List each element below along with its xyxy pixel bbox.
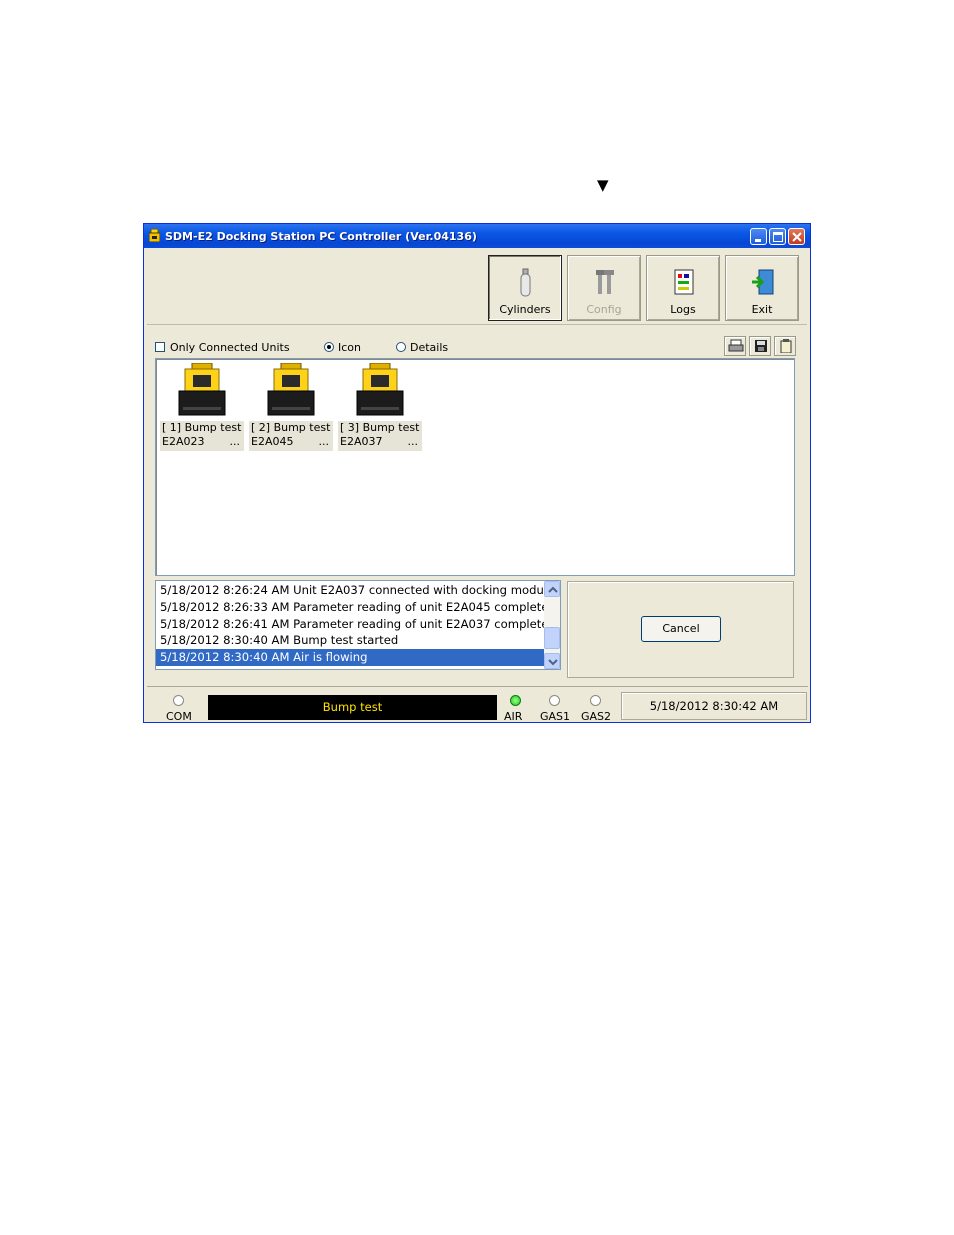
docking-station-icon	[178, 363, 226, 416]
view-details-label: Details	[410, 341, 449, 354]
print-button[interactable]	[724, 336, 746, 356]
unit-more: ...	[318, 435, 330, 448]
minimize-button[interactable]	[750, 228, 767, 245]
exit-label: Exit	[751, 303, 773, 316]
unit-caption: [ 1] Bump test E2A023 ...	[160, 421, 244, 451]
cylinders-label: Cylinders	[499, 303, 551, 316]
scroll-up-button[interactable]	[544, 581, 560, 597]
logs-icon	[674, 269, 694, 295]
log-line-selected[interactable]: 5/18/2012 8:30:40 AM Air is flowing	[156, 649, 544, 666]
maximize-button[interactable]	[769, 228, 786, 245]
title-bar[interactable]: SDM-E2 Docking Station PC Controller (Ve…	[144, 224, 810, 248]
unit-status: [ 1] Bump test	[162, 421, 242, 434]
log-line[interactable]: 5/18/2012 8:26:24 AM Unit E2A037 connect…	[156, 582, 544, 599]
datetime-display: 5/18/2012 8:30:42 AM	[621, 692, 807, 720]
action-panel: Cancel	[567, 581, 794, 678]
status-display: Bump test	[208, 695, 497, 720]
view-icon-radio[interactable]	[324, 342, 334, 352]
print-icon	[728, 339, 744, 352]
unit-item[interactable]: [ 3] Bump test E2A037 ...	[336, 363, 422, 451]
tools-icon	[596, 270, 614, 294]
air-label: AIR	[504, 710, 523, 723]
unit-more: ...	[407, 435, 419, 448]
unit-caption: [ 2] Bump test E2A045 ...	[249, 421, 333, 451]
unit-item[interactable]: [ 2] Bump test E2A045 ...	[247, 363, 333, 451]
gas2-led	[590, 695, 601, 706]
clipboard-icon	[780, 339, 792, 353]
only-connected-checkbox[interactable]	[155, 342, 165, 352]
unit-item[interactable]: [ 1] Bump test E2A023 ...	[158, 363, 244, 451]
logs-label: Logs	[670, 303, 696, 316]
event-log[interactable]: 5/18/2012 8:26:24 AM Unit E2A037 connect…	[155, 580, 561, 670]
log-line[interactable]: 5/18/2012 8:26:41 AM Parameter reading o…	[156, 616, 544, 633]
log-scrollbar[interactable]	[544, 581, 560, 669]
docking-station-icon	[267, 363, 315, 416]
clipboard-button[interactable]	[774, 336, 796, 356]
status-bar: COM Bump test AIR GAS1 GAS2 5/18/2012 8:…	[147, 686, 808, 723]
unit-more: ...	[229, 435, 241, 448]
toolbar: Cylinders Config Logs Exit	[147, 249, 807, 325]
window-title: SDM-E2 Docking Station PC Controller (Ve…	[165, 230, 477, 243]
only-connected-label: Only Connected Units	[170, 341, 290, 354]
logs-button[interactable]: Logs	[646, 255, 720, 321]
view-details-radio[interactable]	[396, 342, 406, 352]
gas1-label: GAS1	[540, 710, 571, 723]
down-arrow-glyph: ▼	[597, 176, 609, 194]
chevron-down-icon	[548, 659, 558, 666]
close-button[interactable]	[788, 228, 805, 245]
units-icon-view: [ 1] Bump test E2A023 ... [ 2] Bump test…	[155, 358, 795, 576]
unit-status: [ 3] Bump test	[340, 421, 420, 434]
save-button[interactable]	[749, 336, 771, 356]
unit-status: [ 2] Bump test	[251, 421, 331, 434]
view-icon-label: Icon	[338, 341, 361, 354]
unit-caption: [ 3] Bump test E2A037 ...	[338, 421, 422, 451]
cylinder-icon	[520, 268, 531, 297]
chevron-up-icon	[548, 586, 558, 593]
gas2-label: GAS2	[581, 710, 612, 723]
scroll-thumb[interactable]	[544, 627, 560, 649]
view-options: Only Connected Units Icon Details	[154, 336, 804, 356]
cancel-button[interactable]: Cancel	[641, 616, 721, 642]
exit-button[interactable]: Exit	[725, 255, 799, 321]
scroll-down-button[interactable]	[544, 653, 560, 669]
app-window: SDM-E2 Docking Station PC Controller (Ve…	[143, 223, 811, 723]
com-led	[173, 695, 184, 706]
config-label: Config	[586, 303, 622, 316]
save-icon	[755, 340, 767, 352]
docking-station-icon	[356, 363, 404, 416]
app-icon	[148, 228, 161, 243]
com-label: COM	[166, 710, 192, 723]
air-led	[510, 695, 521, 706]
exit-icon	[752, 269, 774, 295]
log-line[interactable]: 5/18/2012 8:26:33 AM Parameter reading o…	[156, 599, 544, 616]
config-button[interactable]: Config	[567, 255, 641, 321]
gas1-led	[549, 695, 560, 706]
cylinders-button[interactable]: Cylinders	[488, 255, 562, 321]
log-line[interactable]: 5/18/2012 8:30:40 AM Bump test started	[156, 632, 544, 649]
